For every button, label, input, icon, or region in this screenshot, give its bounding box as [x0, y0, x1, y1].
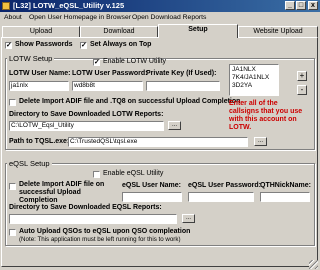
eqsl-qth-label: QTHNickName: [260, 182, 311, 189]
lotw-directory-label: Directory to Save Downloaded LOTW Report… [9, 111, 164, 118]
callsign-note: Enter all of the callsigns that you use … [229, 100, 303, 131]
callsign-item[interactable]: 7K4/JA1NLX [232, 74, 276, 82]
callsign-item[interactable]: JA1NLX [232, 66, 276, 74]
eqsl-setup-title: eQSL Setup [7, 159, 52, 168]
menu-open-download-reports[interactable]: Open Download Reports [132, 12, 206, 23]
tqsl-browse-button[interactable]: ... [254, 137, 267, 146]
auto-upload-label: Auto Upload QSOs to eQSL upon QSO comple… [19, 228, 191, 235]
title-bar[interactable]: [L32] LOTW_eQSL_Utility v.125 _ □ x [0, 0, 320, 12]
maximize-button[interactable]: □ [296, 1, 306, 10]
lotw-username-label: LOTW User Name: [9, 70, 71, 77]
menu-open-homepage[interactable]: Open User Homepage in Browser [29, 12, 131, 23]
eqsl-password-label: eQSL User Password: [188, 182, 262, 189]
minimize-button[interactable]: _ [285, 1, 295, 10]
always-on-top-checkbox[interactable]: ✓ [80, 42, 87, 49]
tab-setup[interactable]: Setup [158, 24, 238, 38]
app-window: [L32] LOTW_eQSL_Utility v.125 _ □ x Abou… [0, 0, 320, 270]
eqsl-directory-label: Directory to Save Downloaded EQSL Report… [9, 204, 162, 211]
close-button[interactable]: x [308, 1, 318, 10]
eqsl-qth-input[interactable] [260, 192, 310, 202]
eqsl-delete-import-checkbox[interactable] [9, 183, 16, 190]
app-icon [2, 2, 10, 10]
enable-eqsl-label: Enable eQSL Utility [103, 170, 164, 177]
show-passwords-label: Show Passwords [15, 41, 73, 48]
auto-upload-note: (Note: This application must be left run… [19, 236, 181, 243]
lotw-setup-title: LOTW Setup [7, 54, 55, 63]
lotw-directory-browse-button[interactable]: ... [168, 121, 181, 130]
menu-bar: About Open User Homepage in Browser Open… [0, 12, 320, 23]
enable-lotw-label: Enable LOTW Utility [103, 58, 167, 65]
eqsl-delete-import-label: Delete Import ADIF file on successful Up… [19, 181, 105, 204]
tqsl-path-label: Path to TQSL.exe: [9, 138, 70, 145]
eqsl-username-input[interactable] [122, 192, 182, 202]
lotw-private-key-label: Private Key (If Used): [146, 70, 217, 77]
lotw-delete-import-label: Delete Import ADIF file and .TQ8 on succ… [19, 98, 241, 105]
callsign-list[interactable]: JA1NLX 7K4/JA1NLX 3D2YA [229, 64, 279, 96]
eqsl-password-input[interactable] [188, 192, 254, 202]
auto-upload-checkbox[interactable] [9, 229, 16, 236]
show-passwords-checkbox[interactable]: ✓ [5, 42, 12, 49]
enable-lotw-checkbox[interactable]: ✓ [93, 59, 100, 66]
lotw-private-key-input[interactable] [146, 81, 220, 91]
always-on-top-label: Set Always on Top [90, 41, 152, 48]
menu-about[interactable]: About [4, 12, 22, 23]
eqsl-directory-browse-button[interactable]: ... [182, 214, 195, 223]
lotw-username-input[interactable]: ja1nlx [9, 81, 69, 91]
callsign-item[interactable]: 3D2YA [232, 82, 276, 90]
remove-callsign-button[interactable]: - [297, 85, 307, 95]
lotw-password-label: LOTW User Password: [72, 70, 148, 77]
lotw-password-input[interactable]: wd8b8t [72, 81, 143, 91]
add-callsign-button[interactable]: + [297, 71, 307, 81]
tqsl-path-input[interactable]: C:\TrustedQSL\tqsl.exe [68, 137, 248, 147]
window-title: [L32] LOTW_eQSL_Utility v.125 [13, 1, 125, 10]
lotw-delete-import-checkbox[interactable] [9, 99, 16, 106]
lotw-directory-input[interactable]: C:\LOTW_Eqsl_Utility [9, 121, 164, 131]
eqsl-directory-input[interactable] [9, 214, 177, 224]
resize-grip[interactable] [309, 260, 318, 269]
enable-eqsl-checkbox[interactable] [93, 171, 100, 178]
eqsl-username-label: eQSL User Name: [122, 182, 182, 189]
